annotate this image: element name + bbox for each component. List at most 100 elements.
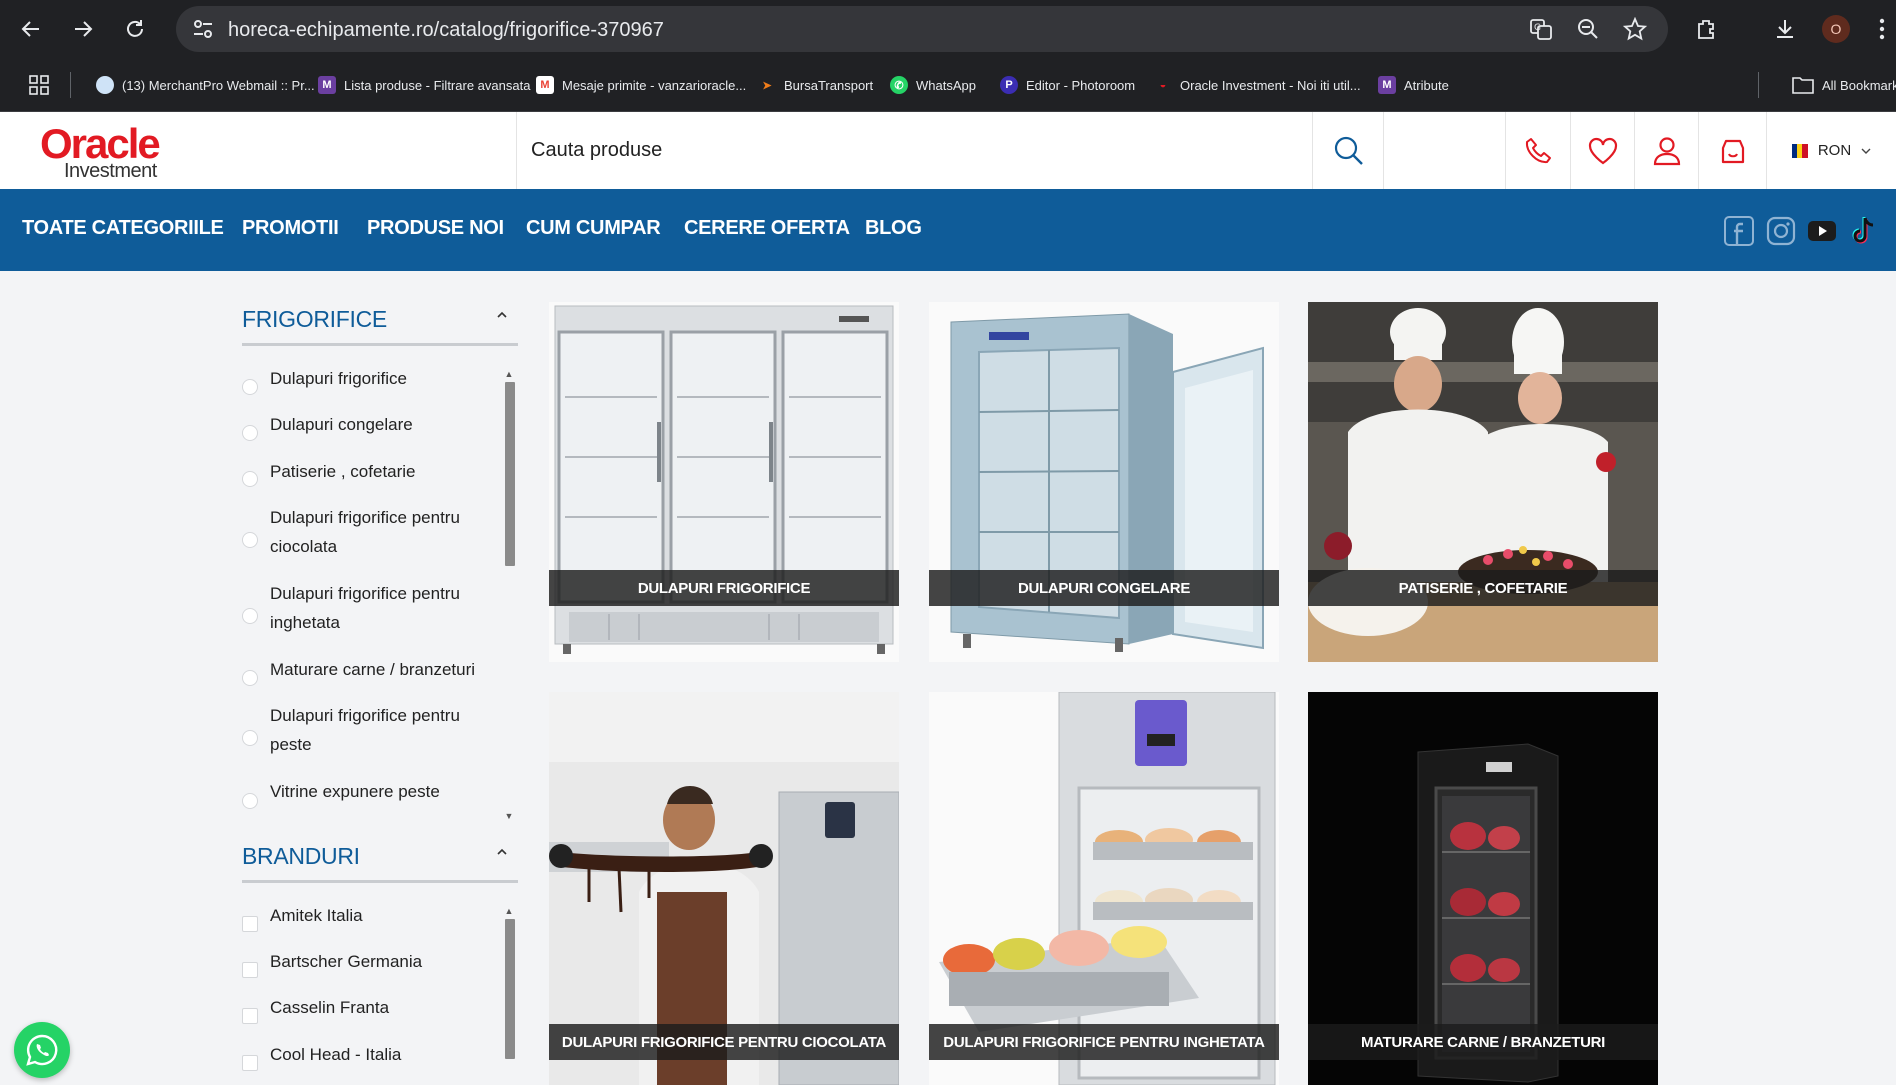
browser-menu-button[interactable] [1872, 14, 1892, 44]
phone-button[interactable] [1506, 112, 1570, 189]
category-card-patiserie-cofetarie[interactable]: PATISERIE , COFETARIE [1308, 302, 1658, 662]
filter-option[interactable]: Dulapuri congelare [242, 410, 492, 441]
forward-button[interactable] [68, 14, 98, 44]
radio-button[interactable] [242, 379, 258, 395]
checkbox[interactable] [242, 962, 258, 978]
category-card-maturare-carne[interactable]: MATURARE CARNE / BRANZETURI [1308, 692, 1658, 1085]
bookmark-photoroom[interactable]: P Editor - Photoroom [1000, 74, 1135, 96]
card-caption[interactable]: DULAPURI FRIGORIFICE PENTRU INGHETATA [929, 1024, 1279, 1060]
scrollbar-thumb[interactable] [505, 919, 515, 1059]
zoom-button[interactable] [1573, 14, 1603, 44]
filter-option[interactable]: Patiserie , cofetarie [242, 457, 492, 487]
bookmark-lista-produse[interactable]: M Lista produse - Filtrare avansata [318, 74, 530, 96]
nav-cum-cumpar[interactable]: CUM CUMPAR [526, 217, 661, 240]
brand-option-label[interactable]: Casselin Franta [270, 993, 500, 1022]
bookmark-whatsapp[interactable]: ✆ WhatsApp [890, 74, 976, 96]
checkbox[interactable] [242, 1055, 258, 1071]
brand-option[interactable]: Amitek Italia [242, 901, 492, 932]
account-button[interactable] [1634, 112, 1698, 189]
scroll-up-arrow-icon[interactable]: ▲ [503, 905, 515, 917]
all-bookmarks-button[interactable]: All Bookmarks [1792, 74, 1896, 96]
filter-option[interactable]: Vitrine expunere peste [242, 777, 492, 809]
brand-option-label[interactable]: Amitek Italia [270, 901, 500, 930]
nav-produse-noi[interactable]: PRODUSE NOI [367, 217, 504, 240]
scroll-up-arrow-icon[interactable]: ▲ [503, 368, 515, 380]
youtube-link[interactable] [1806, 215, 1838, 247]
filter-option-label[interactable]: Patiserie , cofetarie [270, 457, 500, 486]
card-caption[interactable]: DULAPURI FRIGORIFICE PENTRU CIOCOLATA [549, 1024, 899, 1060]
search-input[interactable] [531, 134, 1291, 166]
category-card-ciocolata[interactable]: DULAPURI FRIGORIFICE PENTRU CIOCOLATA [549, 692, 899, 1085]
filter-option-label[interactable]: Dulapuri frigorifice pentru ciocolata [270, 503, 500, 561]
brand-option[interactable]: Casselin Franta [242, 993, 492, 1024]
address-url[interactable]: horeca-echipamente.ro/catalog/frigorific… [228, 19, 664, 42]
filter-option[interactable]: Dulapuri frigorifice pentru ciocolata [242, 503, 492, 561]
filter-option-label[interactable]: Dulapuri frigorifice pentru inghetata [270, 579, 500, 637]
filter-option-label[interactable]: Vitrine expunere peste [270, 777, 500, 806]
radio-button[interactable] [242, 670, 258, 686]
scroll-down-arrow-icon[interactable]: ▼ [503, 810, 515, 822]
radio-button[interactable] [242, 793, 258, 809]
site-settings-icon[interactable] [192, 19, 214, 39]
card-caption[interactable]: MATURARE CARNE / BRANZETURI [1308, 1024, 1658, 1060]
brand-option[interactable]: Cool Head - Italia [242, 1040, 492, 1071]
brand-scrollbar[interactable]: ▲ [503, 905, 515, 1085]
address-bar[interactable]: horeca-echipamente.ro/catalog/frigorific… [176, 6, 1668, 52]
translate-button[interactable]: G [1526, 14, 1556, 44]
profile-avatar[interactable]: O [1822, 15, 1850, 43]
filter-option-label[interactable]: Maturare carne / branzeturi [270, 655, 500, 684]
brand-option-label[interactable]: Bartscher Germania [270, 947, 500, 976]
radio-button[interactable] [242, 471, 258, 487]
back-button[interactable] [16, 14, 46, 44]
filter-option[interactable]: Dulapuri frigorifice pentru peste [242, 701, 492, 759]
bookmark-star-button[interactable] [1620, 14, 1650, 44]
instagram-link[interactable] [1765, 215, 1797, 247]
card-caption[interactable]: PATISERIE , COFETARIE [1308, 570, 1658, 606]
tiktok-link[interactable] [1848, 215, 1880, 247]
downloads-button[interactable] [1770, 14, 1800, 44]
checkbox[interactable] [242, 1008, 258, 1024]
filter-option-label[interactable]: Dulapuri congelare [270, 410, 500, 439]
radio-button[interactable] [242, 532, 258, 548]
facebook-link[interactable] [1723, 215, 1755, 247]
radio-button[interactable] [242, 730, 258, 746]
brand-option[interactable]: Bartscher Germania [242, 947, 492, 978]
filter-option[interactable]: Dulapuri frigorifice pentru inghetata [242, 579, 492, 637]
chevron-up-icon[interactable] [496, 847, 508, 855]
nav-promotii[interactable]: PROMOTII [242, 217, 339, 240]
cart-button[interactable] [1698, 112, 1766, 189]
card-caption[interactable]: DULAPURI CONGELARE [929, 570, 1279, 606]
bookmark-bursatransport[interactable]: ➤ BursaTransport [758, 74, 873, 96]
search-button[interactable] [1312, 112, 1384, 189]
apps-button[interactable] [24, 70, 54, 100]
filter-title-branduri[interactable]: BRANDURI [242, 843, 360, 870]
filter-option-label[interactable]: Dulapuri frigorifice [270, 364, 500, 393]
bookmark-oracle-investment[interactable]: ◒ Oracle Investment - Noi iti util... [1154, 74, 1361, 96]
category-scrollbar[interactable]: ▲ ▼ [503, 368, 515, 822]
category-card-inghetata[interactable]: DULAPURI FRIGORIFICE PENTRU INGHETATA [929, 692, 1279, 1085]
nav-blog[interactable]: BLOG [865, 217, 922, 240]
checkbox[interactable] [242, 916, 258, 932]
wishlist-button[interactable] [1570, 112, 1634, 189]
brand-option-label[interactable]: Cool Head - Italia [270, 1040, 500, 1069]
radio-button[interactable] [242, 425, 258, 441]
filter-option[interactable]: Maturare carne / branzeturi [242, 655, 492, 686]
reload-button[interactable] [120, 14, 150, 44]
filter-option-label[interactable]: Dulapuri frigorifice pentru peste [270, 701, 500, 759]
currency-selector[interactable]: RON [1766, 112, 1896, 189]
bookmark-merchantpro-webmail[interactable]: (13) MerchantPro Webmail :: Pr... [96, 74, 315, 96]
whatsapp-chat-button[interactable] [14, 1022, 70, 1078]
bookmark-gmail[interactable]: M Mesaje primite - vanzarioracle... [536, 74, 746, 96]
category-card-dulapuri-frigorifice[interactable]: DULAPURI FRIGORIFICE [549, 302, 899, 662]
nav-cerere-oferta[interactable]: CERERE OFERTA [684, 217, 850, 240]
filter-title-frigorifice[interactable]: FRIGORIFICE [242, 306, 387, 333]
nav-all-categories[interactable]: TOATE CATEGORIILE [22, 217, 224, 240]
bookmark-atribute[interactable]: M Atribute [1378, 74, 1449, 96]
filter-option[interactable]: Dulapuri frigorifice [242, 364, 492, 395]
extensions-button[interactable] [1692, 14, 1722, 44]
card-caption[interactable]: DULAPURI FRIGORIFICE [549, 570, 899, 606]
radio-button[interactable] [242, 608, 258, 624]
site-logo[interactable]: Oracle Investment [40, 120, 180, 182]
scrollbar-thumb[interactable] [505, 382, 515, 566]
category-card-dulapuri-congelare[interactable]: DULAPURI CONGELARE [929, 302, 1279, 662]
